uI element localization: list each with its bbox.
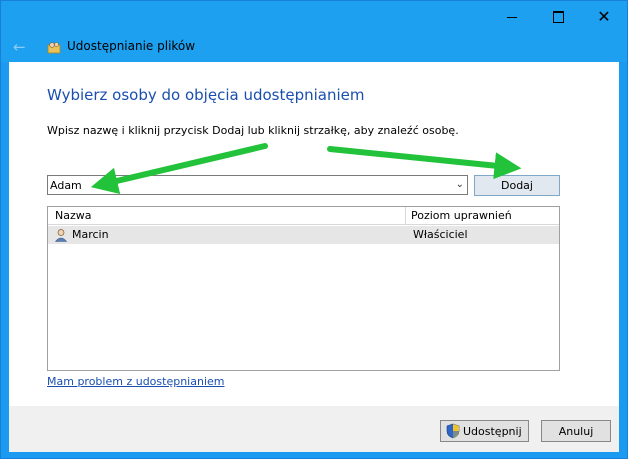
- maximize-button[interactable]: [535, 1, 581, 32]
- maximize-icon: [552, 10, 564, 23]
- footer-bar: Udostępnij Anuluj: [9, 406, 619, 452]
- file-sharing-window: ✕ ← Udostępnianie plików Wybierz osoby d…: [0, 0, 628, 459]
- window-title: Udostępnianie plików: [67, 39, 196, 53]
- page-heading: Wybierz osoby do objęcia udostępnianiem: [47, 86, 365, 104]
- minimize-icon: [507, 17, 517, 18]
- column-header-name[interactable]: Nazwa: [48, 207, 406, 225]
- content-area: Wybierz osoby do objęcia udostępnianiem …: [9, 62, 619, 406]
- navigation-bar: ← Udostępnianie plików: [1, 32, 627, 62]
- uac-shield-icon: [446, 423, 460, 439]
- shared-users-list[interactable]: Nazwa Poziom uprawnień Marcin Właściciel: [47, 206, 560, 371]
- title-bar[interactable]: ✕: [1, 1, 627, 33]
- back-arrow-icon[interactable]: ←: [13, 38, 26, 56]
- share-button[interactable]: Udostępnij: [440, 420, 529, 442]
- close-button[interactable]: ✕: [581, 1, 627, 32]
- file-sharing-icon: [47, 42, 61, 54]
- list-item[interactable]: Marcin Właściciel: [48, 226, 559, 244]
- add-button[interactable]: Dodaj: [474, 175, 560, 196]
- close-icon: ✕: [597, 6, 611, 26]
- help-link[interactable]: Mam problem z udostępnianiem: [47, 375, 224, 388]
- name-input[interactable]: [50, 177, 445, 193]
- share-button-label: Udostępnij: [463, 424, 522, 438]
- name-combobox[interactable]: ⌄: [47, 175, 468, 195]
- user-permission[interactable]: Właściciel: [413, 226, 468, 244]
- minimize-button[interactable]: [489, 1, 535, 32]
- column-header-permission[interactable]: Poziom uprawnień: [406, 207, 559, 225]
- chevron-down-icon[interactable]: ⌄: [456, 179, 464, 190]
- instruction-text: Wpisz nazwę i kliknij przycisk Dodaj lub…: [47, 124, 459, 137]
- cancel-button[interactable]: Anuluj: [541, 420, 611, 442]
- user-name: Marcin: [72, 228, 109, 241]
- user-icon: [54, 229, 68, 242]
